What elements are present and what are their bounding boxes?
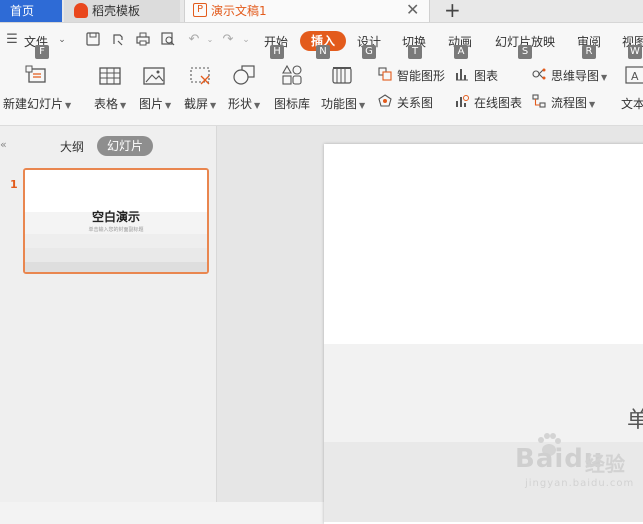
thumb-subtitle: 单击输入您的封面副标题 bbox=[88, 227, 144, 233]
tab-slides[interactable]: 幻灯片 bbox=[97, 136, 153, 156]
caret-down-icon: ▼ bbox=[359, 101, 366, 110]
icon-library-icon[interactable] bbox=[281, 65, 303, 85]
slide-subtitle-placeholder[interactable]: 单 bbox=[627, 402, 643, 434]
text-box-icon[interactable]: A bbox=[625, 65, 643, 85]
tab-document-label: 演示文稿1 bbox=[211, 4, 267, 18]
caret-down-icon: ▼ bbox=[254, 101, 261, 110]
chart-button[interactable]: 图表 bbox=[474, 67, 498, 84]
print-icon[interactable] bbox=[135, 32, 151, 48]
tab-home[interactable]: 首页 bbox=[0, 0, 62, 22]
key-hint-view: W bbox=[628, 45, 642, 59]
slide-number: 1 bbox=[10, 178, 18, 191]
slide-thumbnail[interactable]: 空白演示 单击输入您的封面副标题 bbox=[23, 168, 209, 274]
tab-template[interactable]: 稻壳模板 bbox=[64, 0, 180, 22]
new-slide-button[interactable]: 新建幻灯片 ▼ bbox=[3, 95, 71, 112]
key-hint-file: F bbox=[35, 45, 49, 59]
caret-down-icon: ▼ bbox=[210, 101, 217, 110]
watermark-url: jingyan.baidu.com bbox=[525, 478, 635, 489]
shape-label: 形状 bbox=[228, 97, 253, 111]
tab-document[interactable]: P 演示文稿1 bbox=[184, 0, 430, 22]
caret-down-icon: ▼ bbox=[120, 101, 127, 110]
print-preview-icon[interactable] bbox=[160, 32, 176, 48]
caret-down-icon: ▼ bbox=[601, 73, 608, 82]
flowchart-button[interactable]: 流程图 ▼ bbox=[551, 94, 595, 111]
online-chart-button[interactable]: 在线图表 bbox=[474, 94, 522, 111]
new-tab-icon[interactable]: + bbox=[444, 0, 461, 22]
thumb-band-low bbox=[25, 248, 207, 262]
table-label: 表格 bbox=[94, 97, 119, 111]
screenshot-icon[interactable] bbox=[189, 66, 211, 86]
new-slide-label: 新建幻灯片 bbox=[3, 97, 64, 111]
chevron-down-icon[interactable]: ⌄ bbox=[54, 32, 70, 48]
text-box-button[interactable]: 文本 bbox=[621, 95, 643, 112]
close-tab-icon[interactable]: ✕ bbox=[406, 0, 419, 20]
smart-graphic-button[interactable]: 智能图形 bbox=[397, 67, 445, 84]
key-hint-review: R bbox=[582, 45, 596, 59]
function-chart-button[interactable]: 功能图 ▼ bbox=[321, 95, 365, 112]
online-chart-icon[interactable] bbox=[455, 94, 469, 108]
function-chart-icon[interactable] bbox=[331, 65, 353, 85]
new-slide-icon[interactable] bbox=[25, 65, 47, 85]
mind-map-label: 思维导图 bbox=[551, 69, 600, 83]
tab-template-label: 稻壳模板 bbox=[92, 4, 141, 18]
redo-icon[interactable]: ↷ bbox=[220, 32, 236, 48]
slide-panel: « 大纲 幻灯片 1 空白演示 单击输入您的封面副标题 bbox=[0, 126, 217, 502]
svg-text:A: A bbox=[631, 70, 639, 83]
picture-icon[interactable] bbox=[143, 66, 165, 86]
thumb-band-top bbox=[25, 170, 207, 212]
collapse-panel-icon[interactable]: « bbox=[0, 138, 7, 151]
mind-map-icon[interactable] bbox=[532, 67, 546, 81]
presentation-file-icon: P bbox=[193, 3, 207, 17]
watermark-brand-part1: Bai bbox=[515, 444, 565, 474]
flowchart-icon[interactable] bbox=[532, 94, 546, 108]
watermark-cn: 经验 bbox=[585, 452, 625, 476]
hamburger-menu-icon[interactable]: ☰ bbox=[4, 32, 20, 48]
relation-chart-button[interactable]: 关系图 bbox=[397, 94, 433, 111]
key-hint-design: G bbox=[362, 45, 376, 59]
icon-library-button[interactable]: 图标库 bbox=[274, 95, 310, 112]
export-pdf-icon[interactable] bbox=[110, 32, 126, 48]
key-hint-animation: A bbox=[454, 45, 468, 59]
shape-icon[interactable] bbox=[233, 65, 255, 85]
picture-button[interactable]: 图片 ▼ bbox=[139, 95, 171, 112]
table-button[interactable]: 表格 ▼ bbox=[94, 95, 126, 112]
thumb-title: 空白演示 bbox=[91, 210, 140, 224]
picture-label: 图片 bbox=[139, 97, 164, 111]
screenshot-label: 截屏 bbox=[184, 97, 209, 111]
watermark: Baidu 经验 jingyan.baidu.com bbox=[465, 433, 635, 498]
key-hint-transition: T bbox=[408, 45, 422, 59]
flowchart-label: 流程图 bbox=[551, 96, 588, 110]
undo-icon[interactable]: ↶ bbox=[186, 32, 202, 48]
mind-map-button[interactable]: 思维导图 ▼ bbox=[551, 67, 607, 84]
tab-home-label: 首页 bbox=[10, 4, 35, 18]
save-icon[interactable] bbox=[85, 32, 101, 48]
table-icon[interactable] bbox=[99, 66, 121, 86]
thumb-band-bottom bbox=[25, 262, 207, 272]
thumb-band-mid bbox=[25, 234, 207, 248]
function-chart-label: 功能图 bbox=[321, 97, 358, 111]
caret-down-icon: ▼ bbox=[65, 101, 72, 110]
key-hint-home: H bbox=[270, 45, 284, 59]
relation-chart-icon[interactable] bbox=[378, 94, 392, 108]
slide-title-band bbox=[324, 344, 643, 442]
screenshot-button[interactable]: 截屏 ▼ bbox=[184, 95, 216, 112]
quick-access-dropdown-icon[interactable]: ⌄ bbox=[238, 32, 254, 48]
menu-bar: ☰ 文件 ⌄ F ↶ ⌄ ↷ ⌄ 开始 H 插入 N 设计 G 切换 T 动画 … bbox=[0, 23, 643, 59]
undo-dropdown-icon[interactable]: ⌄ bbox=[202, 32, 218, 48]
caret-down-icon: ▼ bbox=[589, 100, 596, 109]
shape-button[interactable]: 形状 ▼ bbox=[228, 95, 260, 112]
chart-icon[interactable] bbox=[455, 67, 469, 81]
docer-logo-icon bbox=[74, 3, 88, 18]
insert-ribbon: 新建幻灯片 ▼ 表格 ▼ 图片 ▼ 截屏 ▼ 形状 ▼ 图标库 功能图 ▼ 智能图形 图表 … bbox=[0, 59, 643, 126]
key-hint-insert: N bbox=[316, 45, 330, 59]
caret-down-icon: ▼ bbox=[165, 101, 172, 110]
tab-outline[interactable]: 大纲 bbox=[60, 138, 84, 155]
tab-bar: 首页 稻壳模板 P 演示文稿1 ✕ + bbox=[0, 0, 643, 23]
smart-graphic-icon[interactable] bbox=[378, 67, 392, 81]
key-hint-slideshow: S bbox=[518, 45, 532, 59]
